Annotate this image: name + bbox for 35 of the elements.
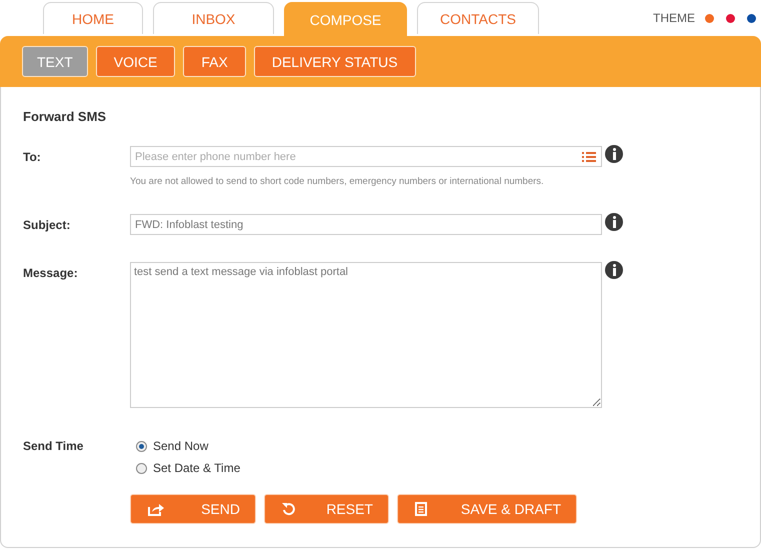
field-label: Subject: <box>23 217 72 234</box>
share-icon <box>148 502 164 516</box>
theme-dot[interactable] <box>726 14 735 22</box>
subject-field[interactable]: FWD: Infoblast testing <box>130 214 602 235</box>
save-button[interactable]: SAVE & DRAFT <box>397 494 577 524</box>
theme-dot[interactable] <box>747 14 756 22</box>
sub-tab[interactable]: FAX <box>183 46 246 77</box>
field-label: Send Time <box>23 438 84 455</box>
send-button[interactable]: SEND <box>130 494 256 524</box>
sub-tab[interactable]: DELIVERY STATUS <box>254 46 416 77</box>
form-title: Forward SMS <box>23 109 108 124</box>
reset-icon <box>282 502 296 516</box>
info-icon[interactable] <box>605 261 623 279</box>
radio-label: Set Date & Time <box>153 461 240 475</box>
nav-tab[interactable]: CONTACTS <box>417 2 539 34</box>
reset-button[interactable]: RESET <box>264 494 389 524</box>
radio-button[interactable] <box>136 440 147 452</box>
nav-tab[interactable]: COMPOSE <box>284 2 407 36</box>
radio-button[interactable] <box>136 462 147 474</box>
info-icon[interactable] <box>605 145 623 163</box>
field-hint: You are not allowed to send to short code numbers, emergency numbers or international numbers. <box>130 176 545 187</box>
field-label: To: <box>23 149 42 166</box>
list-icon[interactable] <box>582 151 596 163</box>
info-icon[interactable] <box>605 213 623 231</box>
phone-number-field[interactable]: Please enter phone number here <box>130 146 602 167</box>
document-icon <box>415 502 427 516</box>
sub-tab[interactable]: VOICE <box>96 46 176 77</box>
theme-dot[interactable] <box>705 14 714 22</box>
radio-label: Send Now <box>153 439 208 453</box>
theme-label: THEME <box>653 11 695 25</box>
field-label: Message: <box>23 265 79 282</box>
nav-tab[interactable]: HOME <box>43 2 143 34</box>
sub-tab[interactable]: TEXT <box>22 46 88 77</box>
message-field[interactable]: test send a text message via infoblast portal <box>130 262 602 408</box>
nav-tab[interactable]: INBOX <box>153 2 274 34</box>
